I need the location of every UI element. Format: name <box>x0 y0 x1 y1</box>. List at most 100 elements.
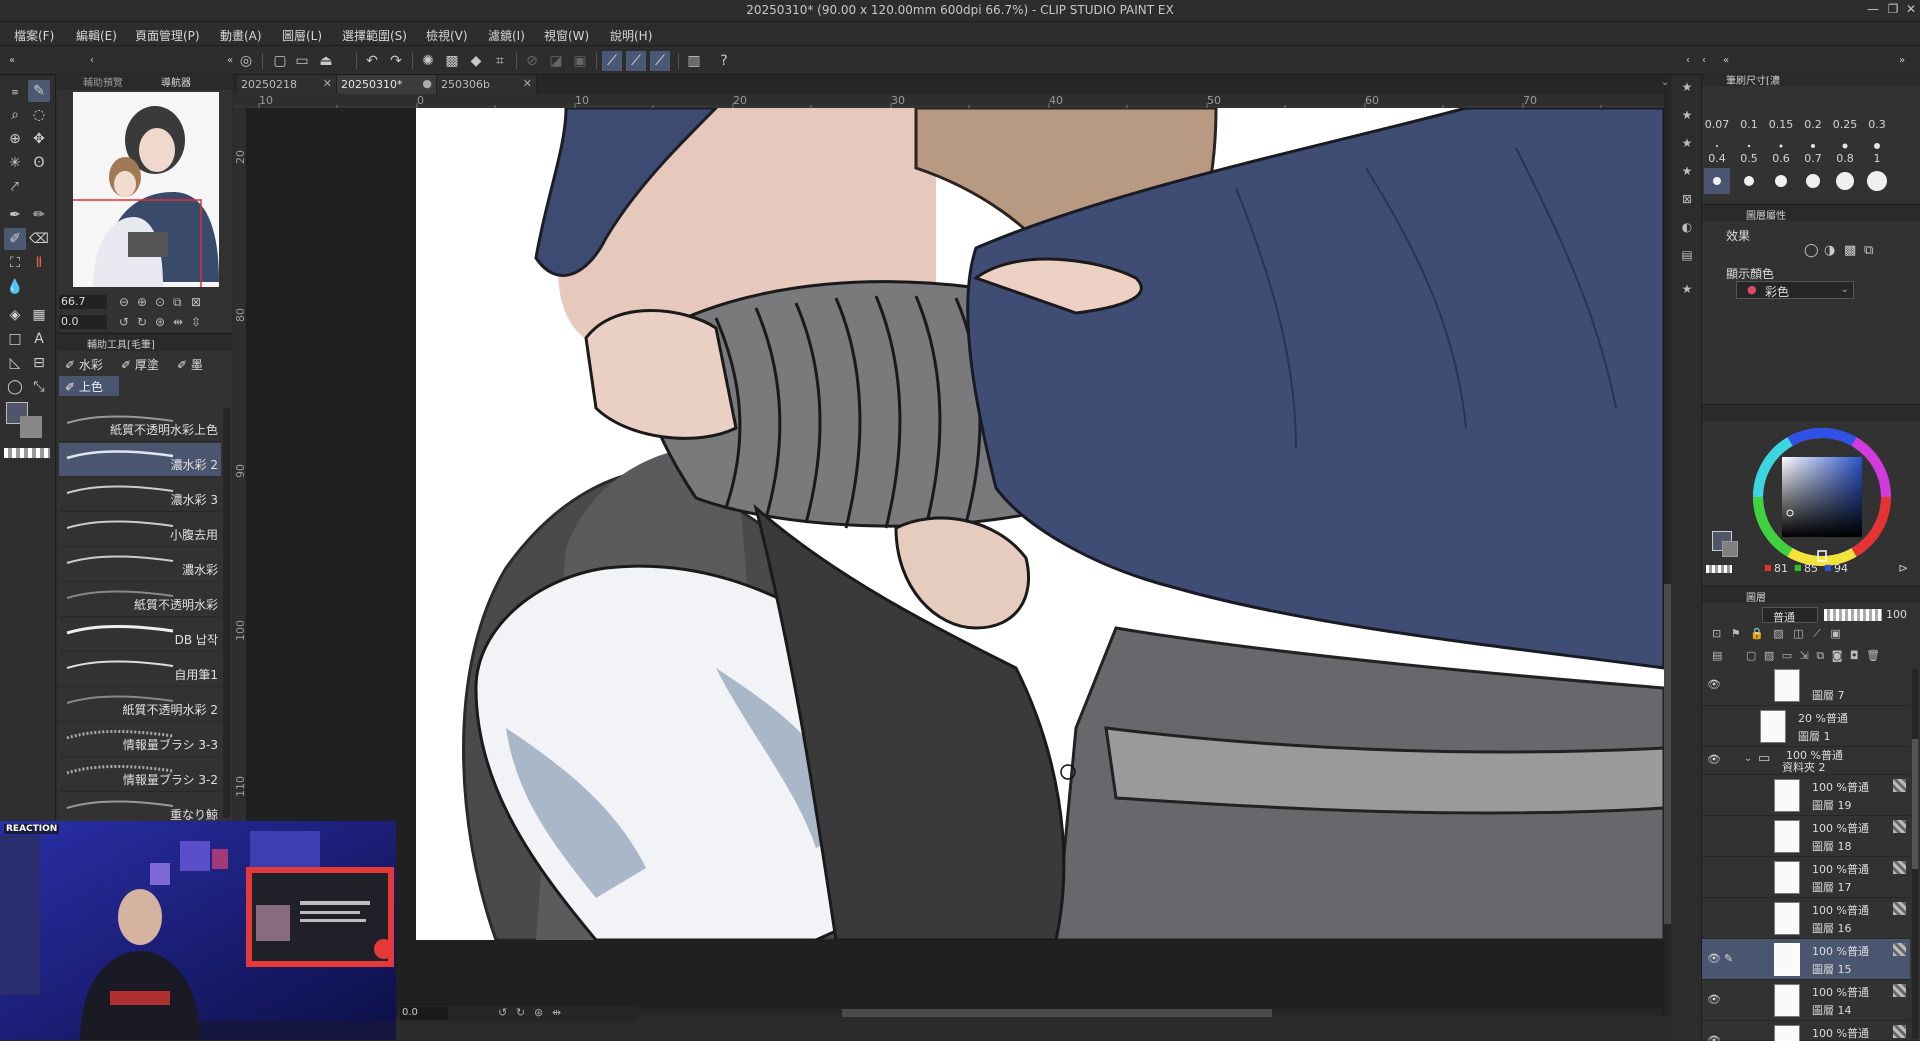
combine-icon[interactable]: ⧉ <box>1816 649 1824 662</box>
menu-icon[interactable]: ≡ <box>4 82 26 104</box>
eyedropper-icon[interactable]: ⤤ <box>4 176 26 198</box>
visibility-eye-icon[interactable]: 👁 <box>1707 993 1721 1006</box>
minimize-button[interactable]: — <box>1864 2 1882 18</box>
rotate-left-icon[interactable]: ↺ <box>498 1006 507 1019</box>
close-tab-icon[interactable]: ✕ <box>323 77 332 90</box>
navigator-thumbnail[interactable] <box>73 92 219 287</box>
close-tab-icon[interactable]: ● <box>422 77 432 90</box>
material-icon[interactable]: ★ <box>1678 78 1696 96</box>
lasso-icon[interactable]: ◌ <box>28 104 50 126</box>
stabilizer-icon[interactable]: ⟋ <box>602 51 622 71</box>
brush-size-option[interactable]: 0.07 <box>1702 118 1732 131</box>
layer-row[interactable]: 👁 圖層 7 <box>1702 669 1910 706</box>
subtool-group-watercolor[interactable]: ✐ 水彩 <box>59 354 111 374</box>
subtool-group-ink[interactable]: ✐ 墨 <box>171 354 223 374</box>
more-effect-icon[interactable]: ⧉ <box>1864 243 1873 258</box>
lock-icon[interactable]: 🔒 <box>1750 627 1764 640</box>
history-icon[interactable]: ▤ <box>1678 246 1696 264</box>
menu-view[interactable]: 檢視(V) <box>426 27 468 44</box>
collapse-icon[interactable]: « <box>1716 51 1736 71</box>
flip-icon[interactable]: ⇹ <box>552 1006 561 1019</box>
layer-row[interactable]: 100 %普通 圖層 17 <box>1702 857 1910 898</box>
reference-layer-icon[interactable]: ⚑ <box>1731 627 1741 640</box>
layer-row[interactable]: 100 %普通 圖層 18 <box>1702 816 1910 857</box>
redo-icon[interactable]: ↷ <box>386 51 406 71</box>
visibility-eye-icon[interactable]: 👁 <box>1707 678 1721 691</box>
new-folder-icon[interactable]: ▭ <box>1782 649 1792 662</box>
visibility-eye-icon[interactable]: 👁 <box>1707 753 1721 766</box>
new-raster-layer-icon[interactable]: ▢ <box>1746 649 1756 662</box>
subtool-group-coloring[interactable]: ✐ 上色 <box>59 376 119 396</box>
layer-row-selected[interactable]: 👁 ✎ 100 %普通 圖層 15 <box>1702 939 1910 980</box>
layer-scrollbar[interactable] <box>1912 669 1918 1039</box>
special-ruler-icon[interactable]: ▣ <box>570 51 590 71</box>
brush-item[interactable]: 紙質不透明水彩 <box>59 583 221 617</box>
opacity-slider[interactable] <box>1824 609 1882 621</box>
opacity-value[interactable]: 100 <box>1886 608 1907 621</box>
rotate-left-icon[interactable]: ↺ <box>119 315 129 329</box>
collapse-icon[interactable]: ‹ <box>82 51 102 71</box>
pressure-icon[interactable]: ⟋ <box>626 51 646 71</box>
pen-icon[interactable]: ✒ <box>4 204 26 226</box>
color-wheel[interactable] <box>1750 425 1894 569</box>
blend-mode-select[interactable]: 普通 <box>1762 607 1818 624</box>
blend-icon[interactable]: 💧 <box>4 276 26 298</box>
grid-snap-icon[interactable]: ◪ <box>546 51 566 71</box>
menu-page[interactable]: 頁面管理(P) <box>135 27 200 44</box>
layer-color-icon[interactable]: ▣ <box>1830 627 1840 640</box>
brush-item[interactable]: 紙質不透明水彩 2 <box>59 688 221 722</box>
color-mix-icon[interactable]: ◐ <box>1678 218 1696 236</box>
layer-row[interactable]: 👁 100 %普通 圖層 14 <box>1702 980 1910 1021</box>
brush-item[interactable]: 紙質不透明水彩上色 <box>59 408 221 442</box>
menu-animation[interactable]: 動畫(A) <box>220 27 262 44</box>
transparent-swatch[interactable] <box>1706 565 1732 573</box>
apply-mask-icon[interactable]: ◘ <box>1850 649 1859 662</box>
ruler-icon[interactable]: ⊟ <box>28 352 50 374</box>
folder-expand-icon[interactable]: ⌄ <box>1744 753 1752 764</box>
gradient-icon[interactable]: ▦ <box>28 304 50 326</box>
tool-property-icon[interactable]: ⊠ <box>1678 190 1696 208</box>
sub-color-swatch[interactable] <box>20 416 42 438</box>
transform-icon[interactable]: ⌗ <box>490 51 510 71</box>
eraser-icon[interactable]: ⌫ <box>28 228 50 250</box>
menu-window[interactable]: 視窗(W) <box>544 27 589 44</box>
zoom-value[interactable]: 66.7 <box>59 295 107 309</box>
reset-rotation-icon[interactable]: ⊛ <box>155 315 165 329</box>
actual-size-icon[interactable]: ⊙ <box>155 295 165 309</box>
brush-size-option[interactable]: 0.3 <box>1862 118 1892 131</box>
menu-help[interactable]: 說明(H) <box>610 27 652 44</box>
new-file-icon[interactable]: ▢ <box>270 51 290 71</box>
fit-icon[interactable]: ⧉ <box>173 295 182 310</box>
zoom-in-icon[interactable]: ⊕ <box>137 295 147 309</box>
undo-icon[interactable]: ↶ <box>362 51 382 71</box>
subtool-scrollbar[interactable] <box>223 408 230 818</box>
brush-item[interactable]: 濃水彩 3 <box>59 478 221 512</box>
border-effect-icon[interactable]: ◯ <box>1804 243 1819 258</box>
decoration-icon[interactable]: Ⅱ <box>28 252 50 274</box>
layer-color-icon[interactable]: ▩ <box>1844 243 1856 258</box>
material-icon[interactable]: ★ <box>1678 280 1696 298</box>
tab-navigator[interactable]: 導航器 <box>161 74 191 89</box>
clear-icon[interactable]: ▩ <box>442 51 462 71</box>
sub-color-swatch[interactable] <box>1722 541 1738 557</box>
collapse-icon[interactable]: ‹ <box>1694 51 1714 71</box>
mask-create-icon[interactable]: ◙ <box>1832 649 1843 662</box>
brush-item[interactable]: 濃水彩 2 <box>59 443 221 477</box>
open-file-icon[interactable]: ▭ <box>292 51 312 71</box>
rotate-right-icon[interactable]: ↻ <box>516 1006 525 1019</box>
brush-item[interactable]: 情報量ブラシ 3-2 <box>59 758 221 792</box>
reset-rotation-icon[interactable]: ⊛ <box>534 1006 543 1019</box>
rotation-value[interactable]: 0.0 <box>59 315 107 329</box>
flip-vertical-icon[interactable]: ⇳ <box>191 315 201 329</box>
brush-size-option[interactable]: 0.25 <box>1830 118 1860 131</box>
transparent-color-swatch[interactable] <box>4 448 50 458</box>
clip-studio-icon[interactable]: ◎ <box>236 51 256 71</box>
brush-item[interactable]: 情報量ブラシ 3-3 <box>59 723 221 757</box>
operation-icon[interactable]: ⊕ <box>4 128 26 150</box>
layer-row[interactable]: 100 %普通 圖層 19 <box>1702 775 1910 816</box>
material-icon[interactable]: ★ <box>1678 134 1696 152</box>
brush-item[interactable]: 小腹去用 <box>59 513 221 547</box>
layer-row[interactable]: 100 %普通 圖層 16 <box>1702 898 1910 939</box>
tab-document[interactable]: 250306b ✕ <box>437 75 537 94</box>
help-icon[interactable]: ? <box>714 51 734 71</box>
